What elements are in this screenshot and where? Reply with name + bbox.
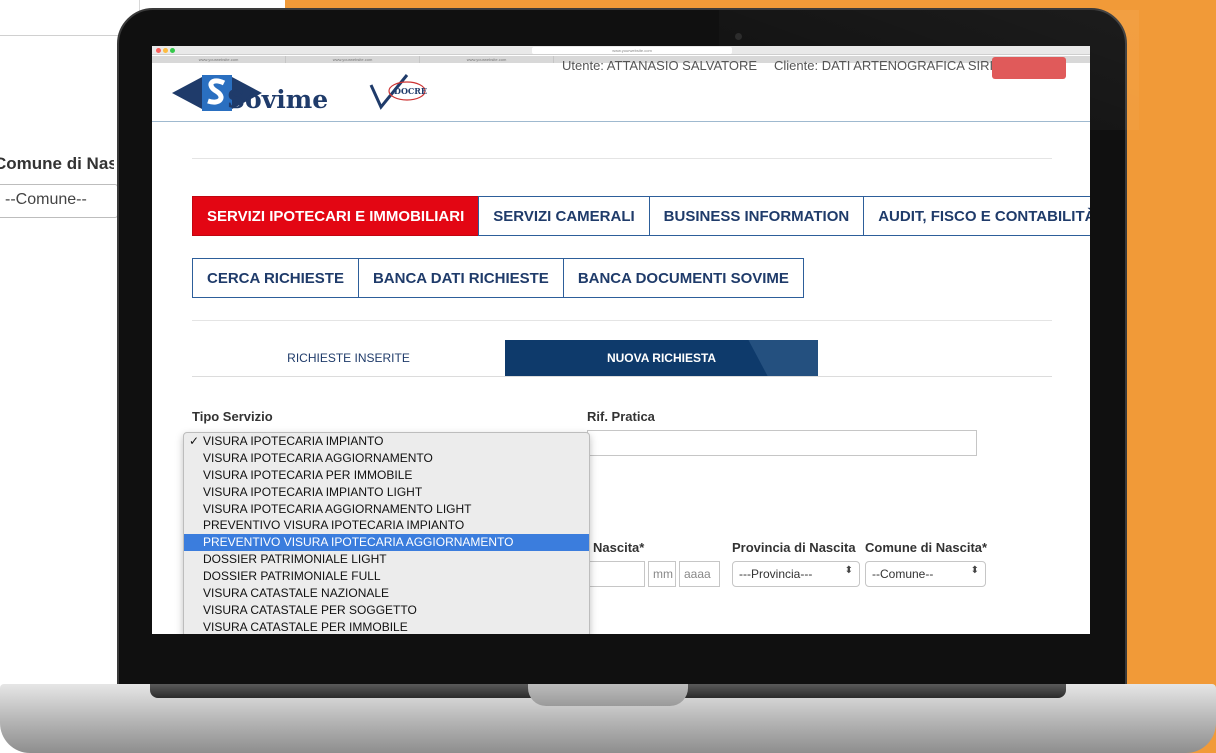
select-arrows-icon: ⬍ xyxy=(970,565,979,576)
select-arrows-icon: ⬍ xyxy=(844,565,853,576)
tab-richieste-inserite[interactable]: RICHIESTE INSERITE xyxy=(192,340,505,376)
tab-nuova-richiesta[interactable]: NUOVA RICHIESTA xyxy=(505,340,818,376)
site-header: Sovime DOCREY Utente: ATTANASIO SALVATOR… xyxy=(152,57,1090,122)
zoomed-comune-label: Comune di Nascita xyxy=(0,154,114,173)
divider xyxy=(192,320,1052,321)
nav-banca-documenti[interactable]: BANCA DOCUMENTI SOVIME xyxy=(562,258,804,298)
dropdown-option-label: DOSSIER PATRIMONIALE LIGHT xyxy=(203,552,387,567)
dropdown-option[interactable]: PREVENTIVO VISURA IPOTECARIA IMPIANTO xyxy=(184,517,589,534)
nav-business-information[interactable]: BUSINESS INFORMATION xyxy=(648,196,865,236)
rif-pratica-label: Rif. Pratica xyxy=(587,409,655,424)
logout-button[interactable] xyxy=(992,57,1066,79)
checkmark-icon: ✓ xyxy=(189,434,200,448)
browser-tab-3[interactable]: www.yourwebsite.com xyxy=(420,56,554,63)
dropdown-option[interactable]: VISURA IPOTECARIA IMPIANTO LIGHT xyxy=(184,484,589,501)
dropdown-option-label: VISURA IPOTECARIA AGGIORNAMENTO xyxy=(203,450,433,465)
browser-tab-1[interactable]: www.yourwebsite.com xyxy=(152,56,286,63)
laptop-notch xyxy=(528,684,688,706)
docrey-label: DOCREY xyxy=(394,86,427,96)
dropdown-option[interactable]: VISURA IPOTECARIA PER IMMOBILE xyxy=(184,467,589,484)
dropdown-option[interactable]: DOSSIER PATRIMONIALE LIGHT xyxy=(184,551,589,568)
data-nascita-label: Nascita* xyxy=(593,540,645,555)
tipo-servizio-dropdown[interactable]: ✓ VISURA IPOTECARIA IMPIANTO VISURA IPOT… xyxy=(183,432,590,634)
comune-select-value: --Comune-- xyxy=(872,567,934,581)
logo-text: Sovime xyxy=(227,85,329,114)
client-name: Cliente: DATI ARTENOGRAFICA SIRIE xyxy=(774,58,1002,73)
laptop-screen: www.yourwebsite.com www.yourwebsite.com … xyxy=(152,46,1090,634)
request-tabs: RICHIESTE INSERITE NUOVA RICHIESTA xyxy=(192,340,1052,377)
dropdown-option[interactable]: VISURA IPOTECARIA AGGIORNAMENTO LIGHT xyxy=(184,501,589,518)
docrey-logo-icon: DOCREY xyxy=(369,74,427,110)
divider xyxy=(192,158,1052,159)
zoomed-comune-select: --Comune-- xyxy=(0,184,118,218)
close-window-icon[interactable] xyxy=(156,48,161,53)
day-input[interactable] xyxy=(587,561,645,587)
month-input[interactable]: mm xyxy=(648,561,676,587)
comune-nascita-label: Comune di Nascita* xyxy=(865,540,988,555)
dropdown-option[interactable]: ✓ VISURA IPOTECARIA IMPIANTO xyxy=(184,433,589,450)
dropdown-option-label: VISURA CATASTALE PER SOGGETTO xyxy=(203,602,417,617)
nav-servizi-camerali[interactable]: SERVIZI CAMERALI xyxy=(478,196,650,236)
browser-tab-2[interactable]: www.yourwebsite.com xyxy=(286,56,420,63)
tab-nuova-richiesta-label: NUOVA RICHIESTA xyxy=(606,351,717,365)
main-nav: SERVIZI IPOTECARI E IMMOBILIARI SERVIZI … xyxy=(192,196,1090,236)
dropdown-option[interactable]: DOSSIER PATRIMONIALE FULL xyxy=(184,568,589,585)
dropdown-option-label: VISURA IPOTECARIA AGGIORNAMENTO LIGHT xyxy=(203,501,472,516)
dropdown-option-label: VISURA IPOTECARIA IMPIANTO LIGHT xyxy=(203,484,423,499)
minimize-window-icon[interactable] xyxy=(163,48,168,53)
provincia-nascita-label: Provincia di Nascita xyxy=(732,540,856,555)
comune-select[interactable]: --Comune-- ⬍ xyxy=(865,561,986,587)
sub-nav: CERCA RICHIESTE BANCA DATI RICHIESTE BAN… xyxy=(192,258,804,298)
address-bar[interactable]: www.yourwebsite.com xyxy=(532,47,732,54)
nav-banca-dati-richieste[interactable]: BANCA DATI RICHIESTE xyxy=(357,258,564,298)
year-input[interactable]: aaaa xyxy=(679,561,720,587)
dropdown-option-label: VISURA CATASTALE NAZIONALE xyxy=(203,586,390,601)
dropdown-option-label: VISURA IPOTECARIA PER IMMOBILE xyxy=(203,467,413,482)
provincia-select-value: ---Provincia--- xyxy=(739,567,813,581)
nav-audit-fisco[interactable]: AUDIT, FISCO E CONTABILITÀ xyxy=(863,196,1090,236)
maximize-window-icon[interactable] xyxy=(170,48,175,53)
user-name: Utente: ATTANASIO SALVATORE xyxy=(562,58,758,73)
rif-pratica-input[interactable] xyxy=(587,430,977,456)
dropdown-option-label: VISURA CATASTALE PER IMMOBILE xyxy=(203,619,408,634)
dropdown-option-label: PREVENTIVO VISURA IPOTECARIA AGGIORNAMEN… xyxy=(203,535,514,550)
nav-cerca-richieste[interactable]: CERCA RICHIESTE xyxy=(192,258,359,298)
dropdown-option-highlighted[interactable]: PREVENTIVO VISURA IPOTECARIA AGGIORNAMEN… xyxy=(184,534,589,552)
browser-toolbar: www.yourwebsite.com xyxy=(152,46,1090,55)
nav-servizi-ipotecari[interactable]: SERVIZI IPOTECARI E IMMOBILIARI xyxy=(192,196,480,236)
tipo-servizio-label: Tipo Servizio xyxy=(192,409,273,424)
provincia-select[interactable]: ---Provincia--- ⬍ xyxy=(732,561,860,587)
camera-icon xyxy=(735,33,742,40)
dropdown-option[interactable]: VISURA CATASTALE PER IMMOBILE xyxy=(184,619,589,634)
tab-stripe xyxy=(748,340,818,376)
dropdown-option[interactable]: VISURA IPOTECARIA AGGIORNAMENTO xyxy=(184,450,589,467)
dropdown-option[interactable]: VISURA CATASTALE NAZIONALE xyxy=(184,585,589,602)
dropdown-option-label: DOSSIER PATRIMONIALE FULL xyxy=(203,569,381,584)
dropdown-option[interactable]: VISURA CATASTALE PER SOGGETTO xyxy=(184,602,589,619)
dropdown-option-label: PREVENTIVO VISURA IPOTECARIA IMPIANTO xyxy=(203,518,465,533)
dropdown-option-label: VISURA IPOTECARIA IMPIANTO xyxy=(203,434,384,448)
